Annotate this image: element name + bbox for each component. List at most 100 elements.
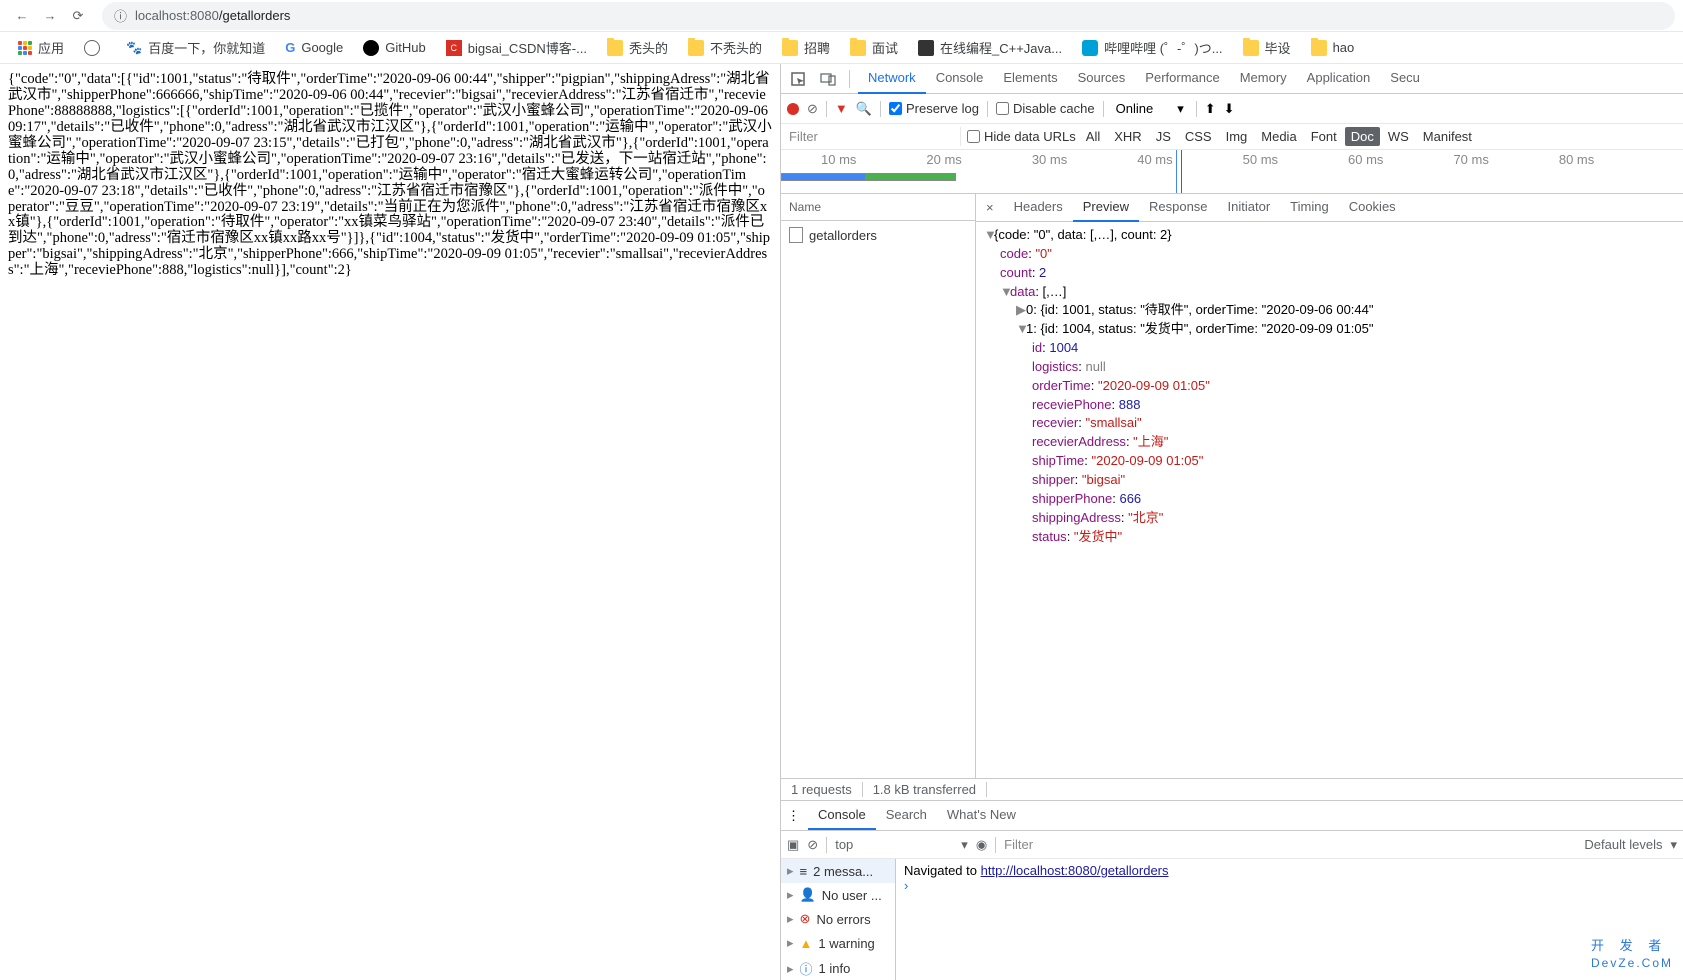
device-icon[interactable] (815, 66, 841, 92)
console-filter-row[interactable]: ▸▲1 warning (781, 931, 895, 955)
folder-icon (688, 40, 704, 56)
requests-count: 1 requests (781, 782, 863, 797)
console-filter-input[interactable]: Filter (1004, 837, 1576, 852)
back-button[interactable]: ← (8, 2, 36, 30)
inspect-icon[interactable] (785, 66, 811, 92)
filter-label: 1 warning (818, 936, 874, 951)
bookmark-label: bigsai_CSDN博客-... (468, 38, 587, 57)
hide-data-urls-checkbox[interactable]: Hide data URLs (967, 129, 1076, 144)
request-bar (781, 173, 956, 181)
name-column-header[interactable]: Name (781, 194, 975, 221)
devtools-tab-console[interactable]: Console (926, 63, 994, 94)
bookmark-item[interactable]: 不秃头的 (682, 34, 768, 61)
filter-icon[interactable]: ▼ (835, 101, 848, 116)
folder-icon (1243, 40, 1259, 56)
detail-tab-headers[interactable]: Headers (1004, 193, 1073, 222)
bookmark-label: GitHub (385, 40, 425, 55)
upload-icon[interactable]: ⬆ (1205, 101, 1216, 117)
console-filter-row[interactable]: ▸👤No user ... (781, 883, 895, 907)
detail-tab-cookies[interactable]: Cookies (1339, 193, 1406, 222)
drawer-tab-console[interactable]: Console (808, 801, 876, 830)
filter-type-js[interactable]: JS (1150, 127, 1177, 146)
devtools-tab-elements[interactable]: Elements (993, 63, 1067, 94)
console-filter-row[interactable]: ▸≡2 messa... (781, 859, 895, 883)
download-icon[interactable]: ⬇ (1224, 101, 1235, 117)
bookmarks-bar: 应用 🐾百度一下，你就知道 GGoogle GitHub Cbigsai_CSDN博客-… (0, 32, 1683, 64)
bookmark-item[interactable]: 面试 (844, 34, 904, 61)
detail-tab-initiator[interactable]: Initiator (1218, 193, 1281, 222)
detail-tab-response[interactable]: Response (1139, 193, 1218, 222)
google-icon: G (285, 40, 295, 55)
filter-type-manifest[interactable]: Manifest (1417, 127, 1478, 146)
devtools-tab-performance[interactable]: Performance (1135, 63, 1229, 94)
console-sidebar: ▸≡2 messa...▸👤No user ...▸⊗No errors▸▲1 … (781, 859, 896, 980)
bookmark-label: hao (1333, 40, 1355, 55)
network-status-bar: 1 requests 1.8 kB transferred (781, 778, 1683, 800)
filter-type-css[interactable]: CSS (1179, 127, 1218, 146)
preserve-log-checkbox[interactable]: Preserve log (889, 101, 979, 116)
request-item[interactable]: getallorders (781, 221, 975, 249)
console-filter-row[interactable]: ▸ⓘ1 info (781, 955, 895, 980)
bookmark-label: 招聘 (804, 38, 830, 57)
filter-type-all[interactable]: All (1080, 127, 1106, 146)
forward-button[interactable]: → (36, 2, 64, 30)
clear-console-button[interactable]: ⊘ (807, 837, 818, 853)
filter-input[interactable]: Filter (781, 127, 961, 146)
eye-icon[interactable]: ◉ (976, 837, 987, 853)
reload-button[interactable]: ⟳ (64, 2, 92, 30)
filter-label: No user ... (822, 888, 882, 903)
bookmark-item[interactable]: GitHub (357, 36, 431, 60)
filter-type-font[interactable]: Font (1305, 127, 1343, 146)
console-prompt[interactable]: › (904, 878, 1675, 893)
bookmark-item[interactable]: GGoogle (279, 36, 349, 59)
sidebar-toggle-icon[interactable]: ▣ (787, 837, 799, 853)
filter-type-media[interactable]: Media (1255, 127, 1302, 146)
load-line (1181, 150, 1182, 193)
drawer-menu-icon[interactable]: ⋮ (787, 808, 800, 824)
bookmark-item[interactable]: 🐾百度一下，你就知道 (120, 34, 271, 61)
address-bar[interactable]: ⓘ localhost:8080/getallorders (102, 2, 1675, 30)
bookmark-item[interactable]: 在线编程_C++Java... (912, 34, 1068, 61)
bookmark-item[interactable]: 哔哩哔哩 (゜-゜)つ... (1076, 34, 1228, 61)
filter-type-ws[interactable]: WS (1382, 127, 1415, 146)
devtools-tab-application[interactable]: Application (1297, 63, 1381, 94)
bookmark-item[interactable]: 应用 (12, 34, 70, 61)
drawer-tab-whatsnew[interactable]: What's New (937, 801, 1026, 830)
filter-type-doc[interactable]: Doc (1345, 127, 1380, 146)
console-filter-row[interactable]: ▸⊗No errors (781, 907, 895, 931)
bookmark-item[interactable]: 招聘 (776, 34, 836, 61)
nav-url-link[interactable]: http://localhost:8080/getallorders (981, 863, 1169, 878)
waterfall-timeline[interactable]: 10 ms20 ms30 ms40 ms50 ms60 ms70 ms80 ms (781, 150, 1683, 194)
bookmark-item[interactable]: 秃头的 (601, 34, 674, 61)
devtools-tab-secu[interactable]: Secu (1380, 63, 1430, 94)
devtools-tab-sources[interactable]: Sources (1068, 63, 1136, 94)
close-detail-button[interactable]: × (980, 194, 1000, 221)
devtools-tab-network[interactable]: Network (858, 63, 926, 94)
disable-cache-checkbox[interactable]: Disable cache (996, 101, 1095, 116)
filter-type-img[interactable]: Img (1220, 127, 1254, 146)
levels-select[interactable]: Default levels (1584, 837, 1662, 852)
warn-icon: ▲ (800, 936, 813, 951)
filter-type-xhr[interactable]: XHR (1108, 127, 1147, 146)
drawer-tab-search[interactable]: Search (876, 801, 937, 830)
detail-tab-timing[interactable]: Timing (1280, 193, 1339, 222)
context-select[interactable]: top (835, 837, 853, 852)
timeline-tick: 70 ms (1453, 152, 1488, 167)
search-icon[interactable]: 🔍 (856, 101, 872, 117)
timeline-tick: 20 ms (926, 152, 961, 167)
bookmark-item[interactable]: 毕设 (1237, 34, 1297, 61)
bookmark-item[interactable]: Cbigsai_CSDN博客-... (440, 34, 593, 61)
bookmark-item[interactable]: hao (1305, 36, 1361, 60)
throttle-select[interactable]: Online▾ (1112, 99, 1188, 119)
preview-json[interactable]: ▼{code: "0", data: [,…], count: 2}code: … (976, 222, 1683, 778)
console-output[interactable]: Navigated to http://localhost:8080/getal… (896, 859, 1683, 980)
favicon: 🐾 (126, 40, 142, 56)
bookmark-item[interactable] (78, 36, 112, 60)
bookmark-label: 毕设 (1265, 38, 1291, 57)
clear-button[interactable]: ⊘ (807, 101, 818, 117)
detail-tab-preview[interactable]: Preview (1073, 193, 1139, 222)
record-button[interactable] (787, 103, 799, 115)
console-drawer: ⋮ ConsoleSearchWhat's New ▣ ⊘ top ▾ ◉ Fi… (781, 800, 1683, 980)
devtools-tab-memory[interactable]: Memory (1230, 63, 1297, 94)
timeline-tick: 50 ms (1243, 152, 1278, 167)
